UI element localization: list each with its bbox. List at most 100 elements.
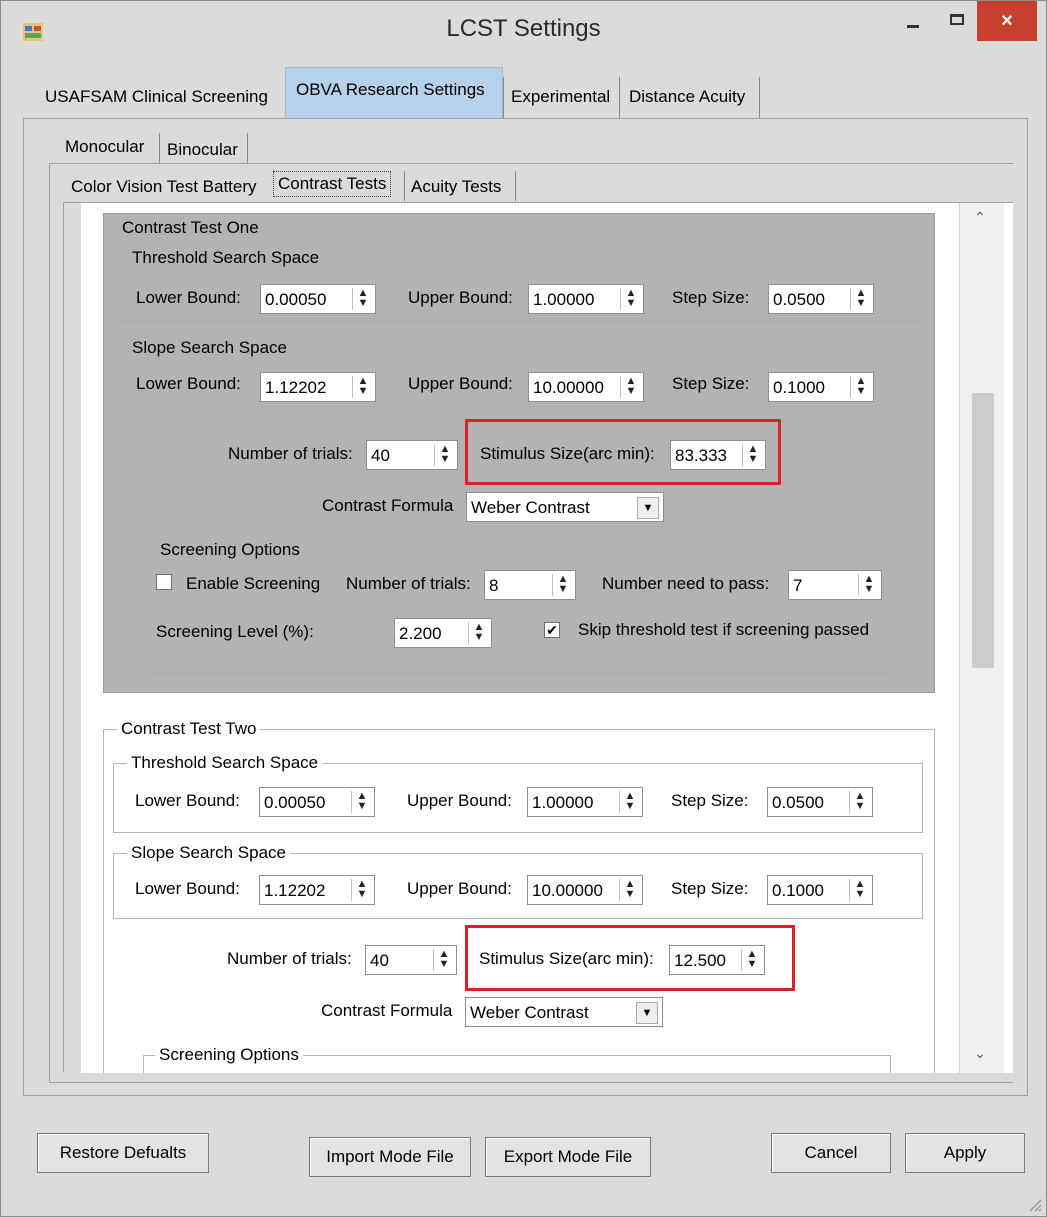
spinner-arrows-icon[interactable]: ▲ ▼ (620, 288, 641, 310)
apply-button[interactable]: Apply (905, 1133, 1025, 1173)
group-title: Screening Options (155, 1045, 303, 1065)
skip-threshold-checkbox[interactable]: ✔ (544, 622, 560, 638)
slope-step-size-spinner[interactable]: 0.1000 ▲ ▼ (768, 372, 874, 402)
maximize-button[interactable] (935, 1, 979, 41)
step-size-label: Step Size: (671, 791, 749, 810)
group-title: Slope Search Space (128, 338, 291, 358)
tab-acuity-tests[interactable]: Acuity Tests (411, 177, 501, 197)
chevron-down-icon[interactable]: ⌄ (974, 1045, 986, 1062)
spinner-arrows-icon[interactable]: ▲ ▼ (352, 376, 373, 398)
vertical-scrollbar[interactable]: ⌃ ⌄ (959, 203, 1004, 1073)
chevron-up-icon[interactable]: ⌃ (974, 209, 986, 226)
tab-panel-border (23, 118, 1027, 119)
number-of-trials-spinner[interactable]: 40 ▲ ▼ (366, 440, 458, 470)
threshold-upper-bound-spinner[interactable]: 1.00000 ▲ ▼ (527, 787, 643, 817)
spinner-arrows-icon[interactable]: ▲ ▼ (433, 949, 454, 971)
spinner-arrows-icon[interactable]: ▲ ▼ (352, 288, 373, 310)
spinner-value: 1.12202 (264, 881, 326, 900)
tab-obva-research-settings[interactable]: OBVA Research Settings (285, 67, 503, 119)
upper-bound-label: Upper Bound: (408, 374, 513, 393)
spinner-value: 1.00000 (533, 290, 595, 309)
resize-grip-icon[interactable] (1026, 1196, 1042, 1212)
spinner-arrows-icon[interactable]: ▲ ▼ (619, 879, 640, 901)
threshold-upper-bound-spinner[interactable]: 1.00000 ▲ ▼ (528, 284, 644, 314)
spinner-arrows-icon[interactable]: ▲ ▼ (351, 791, 372, 813)
tab-divider (503, 77, 504, 119)
inner-panel-border (49, 163, 50, 1083)
slope-upper-bound-spinner[interactable]: 10.00000 ▲ ▼ (528, 372, 644, 402)
screening-level-spinner[interactable]: 2.200 ▲ ▼ (394, 618, 492, 648)
tab-divider (759, 77, 760, 119)
threshold-lower-bound-spinner[interactable]: 0.00050 ▲ ▼ (259, 787, 375, 817)
spinner-value: 0.00050 (264, 793, 326, 812)
group-title: Contrast Test Two (117, 719, 261, 739)
contrast-tests-scroll-area[interactable]: Contrast Test One Threshold Search Space… (81, 203, 1013, 1073)
spinner-value: 1.12202 (265, 378, 327, 397)
tab-divider (159, 133, 160, 163)
threshold-lower-bound-spinner[interactable]: 0.00050 ▲ ▼ (260, 284, 376, 314)
tab-divider (247, 133, 248, 163)
number-of-trials-spinner[interactable]: 40 ▲ ▼ (365, 945, 457, 975)
spinner-value: 2.200 (399, 624, 442, 643)
spinner-arrows-icon[interactable]: ▲ ▼ (351, 879, 372, 901)
tab-color-vision-test-battery[interactable]: Color Vision Test Battery (71, 177, 257, 197)
spinner-arrows-icon[interactable]: ▲ ▼ (858, 574, 879, 596)
threshold-step-size-spinner[interactable]: 0.0500 ▲ ▼ (768, 284, 874, 314)
tab-monocular[interactable]: Monocular (65, 137, 144, 157)
minimize-button[interactable] (893, 1, 933, 41)
spinner-arrows-icon[interactable]: ▲ ▼ (619, 791, 640, 813)
tab-binocular[interactable]: Binocular (167, 140, 238, 160)
tab-panel-border (23, 118, 24, 1095)
tab-experimental[interactable]: Experimental (511, 87, 610, 107)
threshold-step-size-spinner[interactable]: 0.0500 ▲ ▼ (767, 787, 873, 817)
slope-lower-bound-spinner[interactable]: 1.12202 ▲ ▼ (260, 372, 376, 402)
close-button[interactable]: × (977, 1, 1037, 41)
spinner-arrows-icon[interactable]: ▲ ▼ (620, 376, 641, 398)
minimize-icon (907, 25, 919, 28)
import-mode-file-button[interactable]: Import Mode File (309, 1137, 471, 1177)
slope-upper-bound-spinner[interactable]: 10.00000 ▲ ▼ (527, 875, 643, 905)
cancel-button[interactable]: Cancel (771, 1133, 891, 1173)
upper-bound-label: Upper Bound: (407, 879, 512, 898)
lower-bound-label: Lower Bound: (135, 791, 240, 810)
contrast-test-two-group: Contrast Test Two Threshold Search Space… (103, 719, 935, 1073)
screening-trials-label: Number of trials: (346, 574, 471, 593)
number-need-to-pass-label: Number need to pass: (602, 574, 770, 593)
spinner-arrows-icon[interactable]: ▲ ▼ (434, 444, 455, 466)
maximize-icon (950, 14, 964, 25)
group-title: Contrast Test One (122, 218, 259, 237)
tab-usafsam-clinical-screening[interactable]: USAFSAM Clinical Screening (45, 87, 268, 107)
scrollbar-thumb[interactable] (972, 393, 994, 668)
upper-bound-label: Upper Bound: (407, 791, 512, 810)
number-need-to-pass-spinner[interactable]: 7 ▲ ▼ (788, 570, 882, 600)
spinner-arrows-icon[interactable]: ▲ ▼ (850, 288, 871, 310)
slope-step-size-spinner[interactable]: 0.1000 ▲ ▼ (767, 875, 873, 905)
chevron-down-icon[interactable]: ▼ (637, 497, 659, 519)
tab-label: OBVA Research Settings (296, 80, 485, 99)
spinner-arrows-icon[interactable]: ▲ ▼ (850, 376, 871, 398)
chevron-down-icon[interactable]: ▼ (636, 1002, 658, 1024)
tab-contrast-tests[interactable]: Contrast Tests (273, 171, 392, 197)
inner-panel-border (49, 1082, 1013, 1083)
screening-trials-spinner[interactable]: 8 ▲ ▼ (484, 570, 576, 600)
spinner-value: 1.00000 (532, 793, 594, 812)
lower-bound-label: Lower Bound: (136, 288, 241, 307)
title-bar: LCST Settings × (1, 1, 1046, 63)
contrast-formula-dropdown[interactable]: Weber Contrast ▼ (466, 492, 664, 522)
spinner-arrows-icon[interactable]: ▲ ▼ (468, 622, 489, 644)
spinner-arrows-icon[interactable]: ▲ ▼ (849, 791, 870, 813)
spinner-value: 0.0500 (773, 290, 825, 309)
spinner-value: 0.0500 (772, 793, 824, 812)
spinner-arrows-icon[interactable]: ▲ ▼ (552, 574, 573, 596)
contrast-formula-dropdown[interactable]: Weber Contrast ▼ (465, 997, 663, 1027)
spinner-arrows-icon[interactable]: ▲ ▼ (849, 879, 870, 901)
tab-divider (404, 171, 405, 201)
dropdown-value: Weber Contrast (471, 498, 590, 517)
export-mode-file-button[interactable]: Export Mode File (485, 1137, 651, 1177)
slope-lower-bound-spinner[interactable]: 1.12202 ▲ ▼ (259, 875, 375, 905)
contrast-formula-label: Contrast Formula (322, 496, 454, 515)
restore-defaults-button[interactable]: Restore Defualts (37, 1133, 209, 1173)
tab-distance-acuity[interactable]: Distance Acuity (629, 87, 745, 107)
spinner-value: 7 (793, 576, 803, 595)
enable-screening-checkbox[interactable] (156, 574, 172, 590)
